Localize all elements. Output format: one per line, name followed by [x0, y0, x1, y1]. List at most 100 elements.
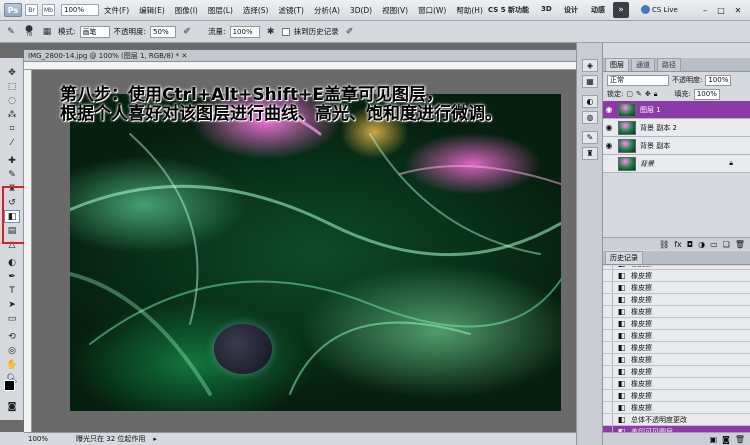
close-button[interactable]: ✕: [731, 3, 745, 17]
adjustment-icon[interactable]: ◑: [698, 240, 705, 249]
layer-row[interactable]: 背景 🔒︎: [603, 155, 750, 173]
move-tool-icon[interactable]: ✥: [4, 66, 20, 79]
history-brush-source-checkbox[interactable]: [603, 294, 613, 305]
tab-channels[interactable]: 通道: [631, 58, 655, 71]
status-zoom[interactable]: 100%: [28, 435, 48, 443]
3d-orbit-tool-icon[interactable]: ◎: [4, 344, 20, 357]
visibility-eye-icon[interactable]: ◉: [603, 105, 615, 114]
minimize-button[interactable]: –: [698, 3, 712, 17]
visibility-eye-icon[interactable]: ◉: [603, 141, 615, 150]
history-brush-source-checkbox[interactable]: [603, 342, 613, 353]
lock-position-icon[interactable]: ✥: [645, 90, 651, 98]
dock-color-icon[interactable]: ◈: [582, 59, 598, 72]
lock-pixels-icon[interactable]: ✎: [636, 90, 642, 98]
layer-row[interactable]: ◉ 图层 1: [603, 101, 750, 119]
link-icon[interactable]: ⛓: [659, 240, 669, 249]
mask-icon[interactable]: ◘: [687, 240, 693, 249]
maximize-button[interactable]: □: [714, 3, 728, 17]
pressure-size-icon[interactable]: ✐: [343, 25, 357, 39]
history-item[interactable]: ◧ 橡皮擦: [603, 342, 750, 354]
tab-history[interactable]: 历史记录: [605, 251, 643, 264]
workspace-motion[interactable]: 动感: [591, 5, 605, 15]
marquee-tool-icon[interactable]: ⬚: [4, 80, 20, 93]
history-item[interactable]: ◧ 橡皮擦: [603, 330, 750, 342]
opacity-field[interactable]: 50%: [150, 25, 177, 38]
history-item[interactable]: ◧ 橡皮擦: [603, 306, 750, 318]
history-item[interactable]: ◧ 橡皮擦: [603, 366, 750, 378]
history-brush-source-checkbox[interactable]: [603, 318, 613, 329]
cs-live-button[interactable]: CS Live: [641, 5, 678, 14]
tab-paths[interactable]: 路径: [657, 58, 681, 71]
history-item[interactable]: ◧ 橡皮擦: [603, 378, 750, 390]
zoom-select[interactable]: 100%: [61, 4, 99, 16]
folder-icon[interactable]: ▭: [710, 240, 718, 249]
history-brush-source-checkbox[interactable]: [603, 306, 613, 317]
menu-layer[interactable]: 图层(L): [208, 5, 233, 16]
crop-tool-icon[interactable]: ⌗: [4, 122, 20, 135]
history-brush-source-checkbox[interactable]: [603, 266, 613, 269]
hand-tool-icon[interactable]: ✋: [4, 358, 20, 371]
history-brush-source-checkbox[interactable]: [603, 282, 613, 293]
brush-preset-icon[interactable]: ● 78: [22, 24, 36, 39]
eyedropper-tool-icon[interactable]: ⁄: [4, 136, 20, 149]
history-item[interactable]: ◧ 橡皮擦: [603, 402, 750, 414]
dock-adjustments-icon[interactable]: ◐: [582, 95, 598, 108]
menu-help[interactable]: 帮助(H): [456, 5, 483, 16]
visibility-eye-icon[interactable]: ◉: [603, 123, 615, 132]
menu-image[interactable]: 图像(I): [175, 5, 198, 16]
lock-all-icon[interactable]: 🔒︎: [654, 90, 658, 99]
workspace-3d[interactable]: 3D: [541, 5, 552, 13]
menu-filter[interactable]: 滤镜(T): [279, 5, 304, 16]
history-brush-source-checkbox[interactable]: [603, 330, 613, 341]
lock-transparency-icon[interactable]: ▢: [626, 90, 633, 98]
menu-analysis[interactable]: 分析(A): [314, 5, 340, 16]
history-item[interactable]: ◧ 橡皮擦: [603, 270, 750, 282]
bridge-button[interactable]: Br: [25, 4, 38, 16]
lotus-image-canvas[interactable]: [70, 94, 561, 411]
airbrush-icon[interactable]: ✱: [264, 25, 278, 39]
history-brush-source-checkbox[interactable]: [603, 378, 613, 389]
menu-select[interactable]: 选择(S): [243, 5, 269, 16]
tab-layers[interactable]: 图层: [605, 58, 629, 71]
layer-opacity-field[interactable]: 100%: [705, 74, 732, 86]
snapshot-icon[interactable]: ◙: [722, 435, 730, 444]
mode-select[interactable]: 画笔: [79, 25, 110, 38]
shape-tool-icon[interactable]: ▭: [4, 312, 20, 325]
erase-history-checkbox[interactable]: [281, 27, 290, 36]
history-brush-source-checkbox[interactable]: [603, 414, 613, 425]
new-layer-icon[interactable]: ❏: [723, 240, 730, 249]
menu-3d[interactable]: 3D(D): [350, 6, 372, 15]
history-item[interactable]: ◧ 橡皮擦: [603, 318, 750, 330]
history-brush-source-checkbox[interactable]: [603, 270, 613, 281]
document-tab[interactable]: IMG_2800-14.jpg @ 100% (图层 1, RGB/8) * ✕: [24, 50, 576, 62]
dock-swatches-icon[interactable]: ▦: [582, 75, 598, 88]
workspace-cs5-new[interactable]: CS 5 新功能: [488, 5, 529, 15]
history-brush-source-checkbox[interactable]: [603, 354, 613, 365]
lasso-tool-icon[interactable]: ◌: [4, 94, 20, 107]
flow-field[interactable]: 100%: [229, 25, 260, 38]
history-item[interactable]: ◧ 橡皮擦: [603, 390, 750, 402]
fill-field[interactable]: 100%: [693, 88, 720, 100]
layer-row[interactable]: ◉ 背景 副本: [603, 137, 750, 155]
menu-window[interactable]: 窗口(W): [418, 5, 446, 16]
blend-mode-select[interactable]: 正常: [607, 74, 669, 86]
history-brush-source-checkbox[interactable]: [603, 402, 613, 413]
workspace-design[interactable]: 设计: [564, 5, 578, 15]
history-trash-icon[interactable]: 🗑︎: [735, 435, 745, 444]
menu-edit[interactable]: 编辑(E): [139, 5, 165, 16]
trash-icon[interactable]: 🗑︎: [735, 240, 745, 249]
dock-masks-icon[interactable]: ◍: [582, 111, 598, 124]
dock-brushes-icon[interactable]: ✎: [582, 131, 598, 144]
eraser-tool-preset-icon[interactable]: ✎: [4, 25, 18, 39]
3d-rotate-tool-icon[interactable]: ⟲: [4, 330, 20, 343]
quick-select-tool-icon[interactable]: ⁂: [4, 108, 20, 121]
layer-row[interactable]: ◉ 背景 副本 2: [603, 119, 750, 137]
history-brush-source-checkbox[interactable]: [603, 390, 613, 401]
path-select-tool-icon[interactable]: ➤: [4, 298, 20, 311]
workspace-more-button[interactable]: »: [613, 2, 629, 18]
fx-icon[interactable]: fx: [674, 240, 682, 249]
pen-tool-icon[interactable]: ✒: [4, 270, 20, 283]
history-item[interactable]: ◧ 橡皮擦: [603, 294, 750, 306]
history-item[interactable]: ◧ 橡皮擦: [603, 354, 750, 366]
quick-mask-icon[interactable]: ◙: [4, 400, 20, 413]
